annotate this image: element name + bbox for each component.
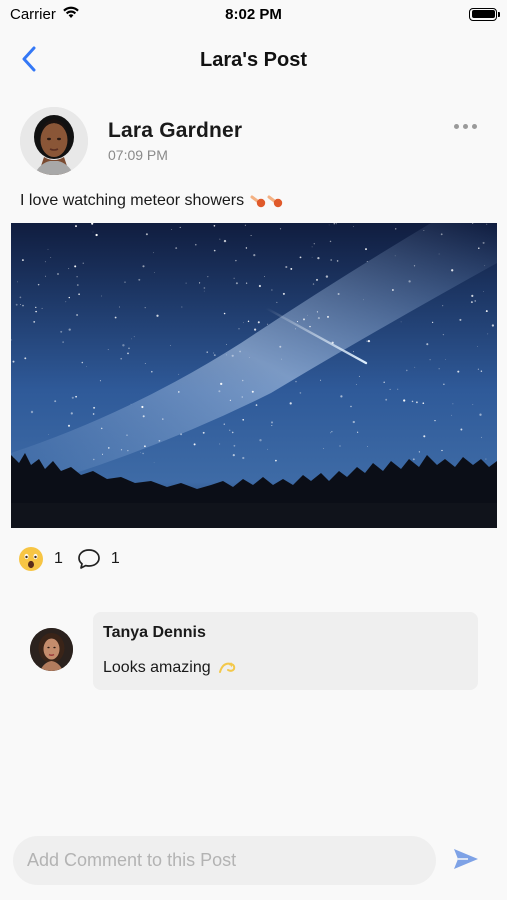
comment-text-row: Looks amazing xyxy=(103,659,468,677)
send-button[interactable] xyxy=(452,847,484,875)
more-horizontal-icon xyxy=(454,124,459,129)
comment-text: Looks amazing xyxy=(103,659,211,676)
comment-bubble: Tanya Dennis Looks amazing xyxy=(93,612,478,690)
post-text-row: I love watching meteor showers xyxy=(20,192,284,210)
status-bar: Carrier 8:02 PM xyxy=(0,0,507,28)
post-image[interactable] xyxy=(11,223,497,528)
page-title: Lara's Post xyxy=(199,48,308,71)
battery-fill xyxy=(471,10,495,18)
meteor-emoji xyxy=(250,193,284,209)
reaction-button[interactable]: 1 xyxy=(18,546,63,572)
nav-bar: Lara's Post xyxy=(0,36,507,84)
commenter-avatar[interactable] xyxy=(30,628,73,671)
reactions-bar: 1 1 xyxy=(18,546,120,572)
dizzy-emoji xyxy=(218,662,235,673)
post-header: Lara Gardner 07:09 PM xyxy=(20,106,487,176)
comment-composer xyxy=(13,836,436,885)
battery-icon xyxy=(469,7,500,21)
author-name[interactable]: Lara Gardner xyxy=(108,119,242,143)
comment-author[interactable]: Tanya Dennis xyxy=(103,624,468,642)
reaction-count: 1 xyxy=(54,550,63,567)
comment-count: 1 xyxy=(110,550,120,567)
comment-button[interactable]: 1 xyxy=(77,548,120,570)
carrier-label: Carrier xyxy=(10,5,56,23)
comment-item: Tanya Dennis Looks amazing xyxy=(30,612,478,690)
speech-bubble-icon xyxy=(78,549,100,569)
comment-input[interactable] xyxy=(27,850,422,871)
author-info: Lara Gardner 07:09 PM xyxy=(108,119,242,163)
author-avatar[interactable] xyxy=(20,107,88,175)
back-button[interactable] xyxy=(14,44,44,74)
astonished-face-emoji xyxy=(19,547,43,571)
post-text: I love watching meteor showers xyxy=(20,192,245,209)
more-options-button[interactable] xyxy=(450,120,481,133)
send-icon xyxy=(454,849,478,869)
status-left: Carrier xyxy=(10,5,80,23)
chevron-left-icon xyxy=(22,46,36,72)
wifi-icon xyxy=(62,5,80,23)
post-timestamp: 07:09 PM xyxy=(108,147,168,163)
